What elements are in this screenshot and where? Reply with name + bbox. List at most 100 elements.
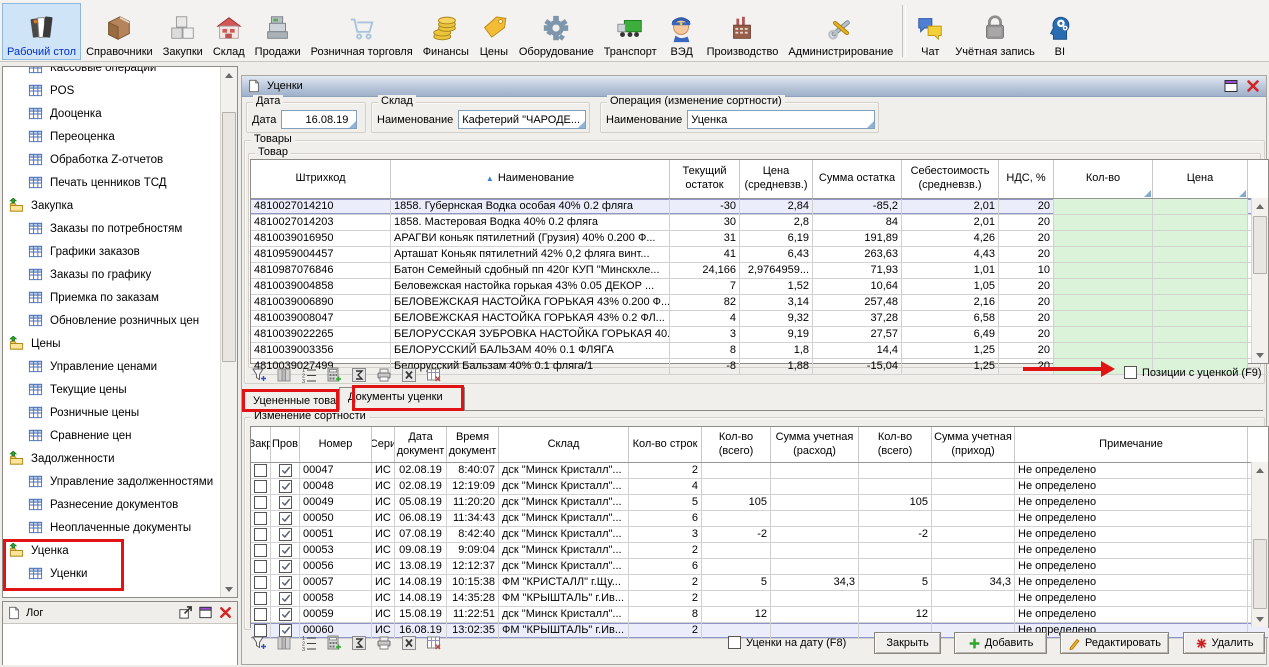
sidebar-item-folder[interactable]: Закупка <box>3 194 220 217</box>
toolbar-item-chat[interactable]: Чат <box>910 3 950 60</box>
column-header[interactable]: Сери <box>372 427 395 462</box>
table-tool-excel-button[interactable] <box>400 366 418 384</box>
toolbar-item-equipment[interactable]: Оборудование <box>514 3 599 60</box>
edit-button[interactable]: Редактировать <box>1060 632 1169 654</box>
scroll-thumb[interactable] <box>1253 539 1267 609</box>
toolbar-item-account[interactable]: Учётная запись <box>950 3 1040 60</box>
column-header[interactable]: Кол-во (всего) <box>859 427 932 462</box>
sidebar-item-entry[interactable]: Заказы по потребностям <box>3 217 220 240</box>
sidebar-item-entry[interactable]: Уценки <box>3 562 220 585</box>
sidebar-scrollbar[interactable] <box>220 67 237 597</box>
toolbar-item-finance[interactable]: Финансы <box>418 3 474 60</box>
toolbar-item-references[interactable]: Справочники <box>81 3 158 60</box>
checked-checkbox[interactable] <box>279 544 292 557</box>
sidebar-item-entry[interactable]: POS <box>3 79 220 102</box>
table-row[interactable]: 4810039022265БЕЛОРУССКАЯ ЗУБРОВКА НАСТОЙ… <box>251 327 1268 343</box>
table-tool-numbered-list-button[interactable]: 123 <box>300 634 318 652</box>
table-row[interactable]: 00050ИС06.08.1911:34:43дск "Минск Криста… <box>251 511 1268 527</box>
column-header[interactable]: Цена <box>1153 160 1248 198</box>
checked-checkbox[interactable] <box>279 496 292 509</box>
checked-checkbox[interactable] <box>279 512 292 525</box>
table-tool-sigma-button[interactable] <box>350 366 368 384</box>
table-tool-numbered-list-button[interactable]: 123 <box>300 366 318 384</box>
toolbar-item-transport[interactable]: Транспорт <box>599 3 662 60</box>
toolbar-item-production[interactable]: Производство <box>702 3 784 60</box>
table-row[interactable]: 4810987076846Батон Семейный сдобный пп 4… <box>251 263 1268 279</box>
column-header[interactable]: Дата документ <box>395 427 447 462</box>
popout-icon[interactable] <box>178 605 193 620</box>
table-row[interactable]: 4810039004858Беловежская настойка горька… <box>251 279 1268 295</box>
sidebar-item-entry[interactable]: Текущие цены <box>3 378 220 401</box>
checked-checkbox[interactable] <box>279 480 292 493</box>
add-button[interactable]: Добавить <box>954 632 1047 654</box>
column-header[interactable]: Кол-во строк <box>629 427 702 462</box>
scroll-up-button[interactable] <box>1252 198 1268 214</box>
checked-checkbox[interactable] <box>279 464 292 477</box>
column-header[interactable]: НДС, % <box>999 160 1054 198</box>
table-row[interactable]: 00047ИС02.08.198:40:07дск "Минск Кристал… <box>251 463 1268 479</box>
table-row[interactable]: 00051ИС07.08.198:42:40дск "Минск Кристал… <box>251 527 1268 543</box>
table-tool-excel-button[interactable] <box>400 634 418 652</box>
unchecked-checkbox[interactable] <box>254 528 267 541</box>
close-button[interactable]: Закрыть <box>874 632 941 654</box>
column-header[interactable]: Сумма остатка <box>813 160 902 198</box>
table-tool-table-delete-button[interactable] <box>425 634 443 652</box>
column-header[interactable]: Кол-во (всего) <box>702 427 771 462</box>
table-scrollbar[interactable] <box>1251 462 1268 627</box>
sidebar-item-entry[interactable]: Розничные цены <box>3 401 220 424</box>
column-header[interactable]: Штрихкод <box>251 160 391 198</box>
sidebar-item-entry[interactable]: Обработка Z-отчетов <box>3 148 220 171</box>
table-scrollbar[interactable] <box>1251 198 1268 363</box>
sidebar-item-folder[interactable]: Задолженности <box>3 447 220 470</box>
column-header[interactable]: Пров <box>271 427 300 462</box>
table-tool-filter-button[interactable] <box>250 366 268 384</box>
sidebar-item-entry[interactable]: Заказы по графику <box>3 263 220 286</box>
table-tool-columns-button[interactable] <box>275 634 293 652</box>
checked-checkbox[interactable] <box>279 608 292 621</box>
positions-checkbox-row[interactable]: Позиции с уценкой (F9) <box>1124 366 1262 379</box>
table-row[interactable]: 00048ИС02.08.1912:19:09дск "Минск Криста… <box>251 479 1268 495</box>
column-header[interactable]: Склад <box>499 427 629 462</box>
tab-markdown-documents[interactable]: Документы уценки <box>339 387 465 410</box>
column-header[interactable]: Кол-во <box>1054 160 1153 198</box>
toolbar-item-desktop[interactable]: Рабочий стол <box>2 3 81 60</box>
table-row[interactable]: 48100270142101858. Губернская Водка особ… <box>251 199 1268 215</box>
sidebar-item-entry[interactable]: Управление ценами <box>3 355 220 378</box>
table-tool-columns-button[interactable] <box>275 366 293 384</box>
sidebar-item-entry[interactable]: Управление задолженностями <box>3 470 220 493</box>
table-tool-printer-button[interactable] <box>375 366 393 384</box>
checked-checkbox[interactable] <box>279 528 292 541</box>
table-row[interactable]: 00059ИС15.08.1911:22:51дск "Минск Криста… <box>251 607 1268 623</box>
sidebar-item-entry[interactable]: Переоценка <box>3 125 220 148</box>
table-tool-calculator-button[interactable] <box>325 366 343 384</box>
column-header[interactable]: Сумма учетная (приход) <box>932 427 1015 462</box>
date-filter-checkbox-row[interactable]: Уценки на дату (F8) <box>728 636 846 649</box>
sidebar-item-entry[interactable]: Приемка по заказам <box>3 286 220 309</box>
column-header[interactable]: Номер <box>300 427 372 462</box>
toolbar-item-retail[interactable]: Розничная торговля <box>306 3 418 60</box>
column-header[interactable]: Текущий остаток <box>670 160 740 198</box>
scroll-down-button[interactable] <box>1252 347 1268 363</box>
sidebar-item-entry[interactable]: Дооценка <box>3 102 220 125</box>
table-row[interactable]: 4810039008047БЕЛОВЕЖСКАЯ НАСТОЙКА ГОРЬКА… <box>251 311 1268 327</box>
sidebar-item-entry[interactable]: Разнесение документов <box>3 493 220 516</box>
operation-input[interactable] <box>688 111 874 128</box>
maximize-icon[interactable] <box>1223 78 1239 94</box>
maximize-icon[interactable] <box>198 605 213 620</box>
positions-checkbox[interactable] <box>1124 366 1137 379</box>
column-header[interactable]: Цена (средневзв.) <box>740 160 813 198</box>
checked-checkbox[interactable] <box>279 576 292 589</box>
table-row[interactable]: 4810039016950АРАГВИ коньяк пятилетний (Г… <box>251 231 1268 247</box>
delete-button[interactable]: Удалить <box>1183 632 1265 654</box>
table-row[interactable]: 00049ИС05.08.1911:20:20дск "Минск Криста… <box>251 495 1268 511</box>
sidebar-item-entry[interactable]: Обновление розничных цен <box>3 309 220 332</box>
unchecked-checkbox[interactable] <box>254 576 267 589</box>
scroll-up-button[interactable] <box>1252 462 1268 478</box>
column-header[interactable]: Время документ <box>447 427 499 462</box>
scroll-down-button[interactable] <box>1252 611 1268 627</box>
table-tool-calculator-button[interactable] <box>325 634 343 652</box>
sidebar-item-folder[interactable]: Уценка <box>3 539 220 562</box>
sidebar-item-folder[interactable]: Цены <box>3 332 220 355</box>
toolbar-item-purchases[interactable]: Закупки <box>158 3 208 60</box>
checked-checkbox[interactable] <box>279 592 292 605</box>
